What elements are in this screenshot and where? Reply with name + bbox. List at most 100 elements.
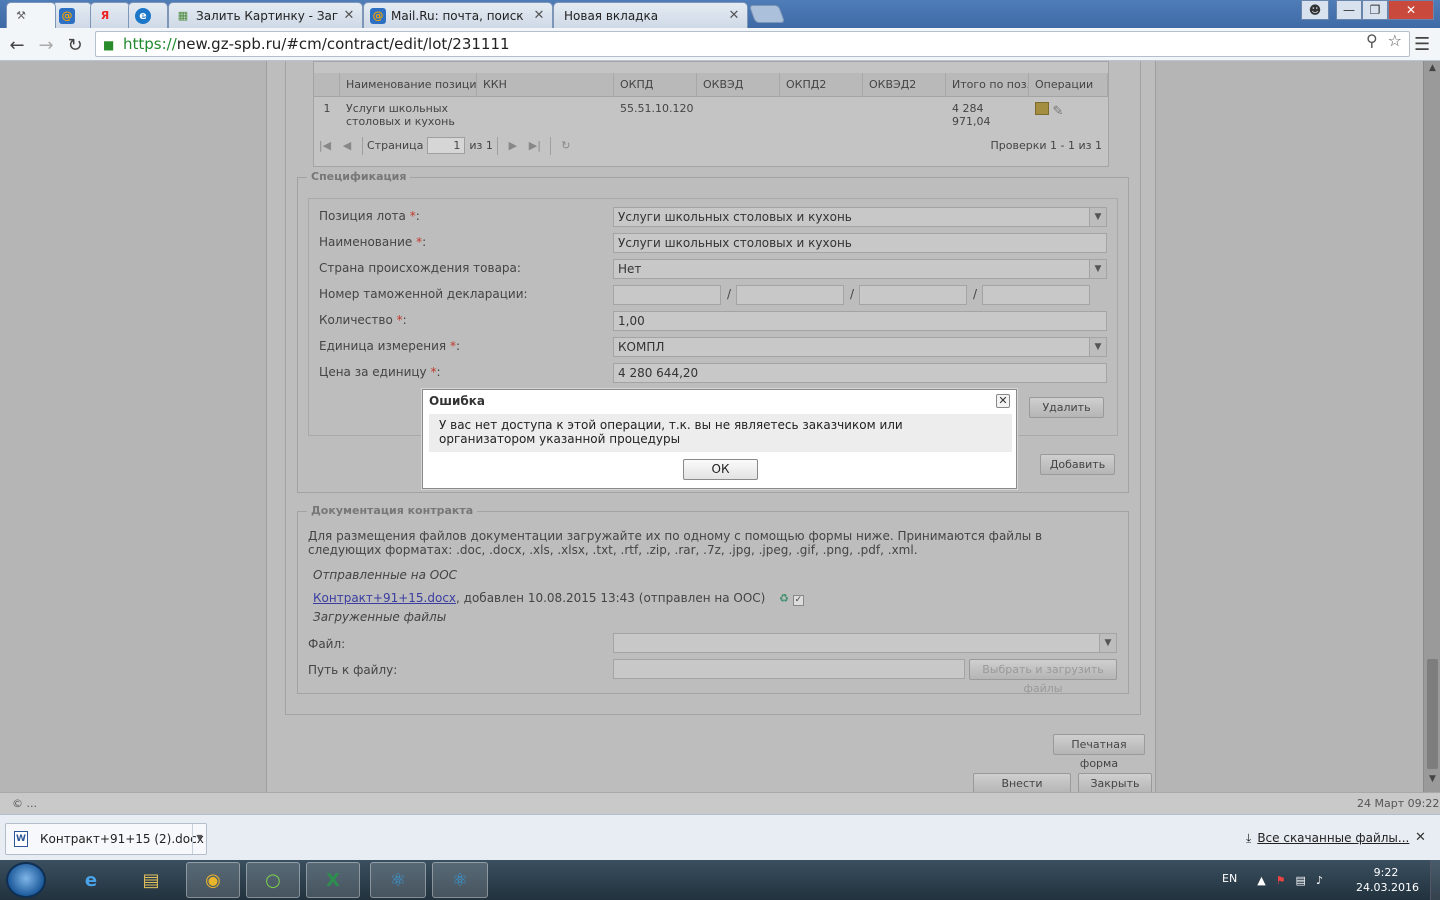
close-icon[interactable]: ✕ [996, 394, 1010, 408]
print-form-button[interactable]: Печатная форма [1053, 734, 1145, 770]
reload-icon[interactable]: ↻ [64, 34, 86, 56]
menu-icon[interactable]: ☰ [1414, 34, 1430, 55]
chat-app-icon[interactable]: ○ [246, 862, 300, 898]
delete-button[interactable]: Удалить [1029, 397, 1104, 418]
excel-icon[interactable]: X [306, 862, 360, 898]
chevron-down-icon[interactable]: ▼ [1099, 634, 1116, 652]
show-desktop-button[interactable] [1430, 860, 1440, 900]
unit-select[interactable]: КОМПЛ ▼ [613, 337, 1107, 357]
page-number-input[interactable]: 1 [427, 137, 466, 154]
scroll-down-icon[interactable]: ▼ [1424, 774, 1440, 790]
grid-header-okpd2[interactable]: ОКПД2 [780, 73, 863, 97]
grid-header-okved[interactable]: ОКВЭД [697, 73, 780, 97]
url-scheme: https:// [123, 35, 177, 53]
tab-yandex[interactable]: Я [90, 2, 130, 28]
grid-header: Наименование позиции ККН ОКПД ОКВЭД ОКПД… [314, 73, 1108, 97]
app-status-bar: © ... 24 Март 09:22 [0, 792, 1440, 814]
address-bar[interactable]: ■ https:// new.gz-spb.ru/#cm/contract/ed… [95, 31, 1410, 57]
add-button[interactable]: Добавить [1040, 454, 1115, 475]
close-icon[interactable]: ✕ [342, 8, 356, 23]
action-center-flag-icon[interactable]: ⚑ [1276, 874, 1286, 887]
chrome-icon[interactable]: ◉ [186, 862, 240, 898]
scroll-up-icon[interactable]: ▲ [1424, 63, 1440, 79]
checklist-icon[interactable] [1035, 102, 1049, 115]
customs-field-2[interactable] [736, 285, 844, 305]
customs-field-1[interactable] [613, 285, 721, 305]
star-icon[interactable]: ☆ [1388, 31, 1402, 50]
ok-button[interactable]: ОК [683, 459, 758, 480]
refresh-icon[interactable]: ↻ [555, 139, 577, 152]
yandex-icon: Я [100, 9, 110, 22]
back-arrow-icon[interactable]: ← [6, 34, 28, 56]
lot-position-label: Позиция лота *: [319, 209, 420, 223]
table-row[interactable]: 1 Услуги школьных столовых и кухонь 55.5… [314, 98, 1108, 130]
tab-mail-ru[interactable]: @ [52, 2, 92, 28]
grid-header-okved2[interactable]: ОКВЭД2 [863, 73, 946, 97]
grid-header-kkn[interactable]: ККН [477, 73, 614, 97]
tab-globe[interactable]: e [128, 2, 168, 28]
taskbar-clock[interactable]: 9:22 24.03.2016 [1356, 865, 1419, 895]
forward-arrow-icon[interactable]: → [35, 34, 57, 56]
close-icon[interactable]: ✕ [727, 8, 741, 23]
price-field[interactable]: 4 280 644,20 [613, 363, 1107, 383]
maximize-button[interactable]: ❐ [1362, 0, 1388, 20]
tray-expand-icon[interactable]: ▲ [1257, 874, 1265, 887]
all-downloads-link[interactable]: ⤓ Все скачанные файлы... [1246, 831, 1409, 846]
ie-icon[interactable]: e [70, 862, 112, 898]
start-button[interactable] [6, 862, 46, 898]
customs-field-4[interactable] [982, 285, 1090, 305]
chevron-down-icon[interactable]: ▼ [1089, 208, 1106, 226]
lot-position-select[interactable]: Услуги школьных столовых и кухонь ▼ [613, 207, 1107, 227]
minimize-button[interactable]: — [1336, 0, 1362, 20]
choose-upload-button[interactable]: Выбрать и загрузить файлы [969, 659, 1117, 695]
apply-changes-button[interactable]: Внести изменения [973, 773, 1071, 792]
grid-header-name[interactable]: Наименование позиции [340, 73, 477, 97]
volume-icon[interactable]: ♪ [1316, 874, 1323, 887]
file-select[interactable]: ▼ [613, 633, 1117, 653]
edit-pencil-icon[interactable]: ✎ [1053, 105, 1064, 118]
next-page-icon[interactable]: ▶ [502, 139, 524, 152]
chevron-down-icon[interactable]: ▼ [1089, 260, 1106, 278]
grid-header-total[interactable]: Итого по поз... [946, 73, 1029, 97]
tab-active[interactable]: ⚒ [6, 2, 56, 28]
grid-header-operations[interactable]: Операции [1029, 73, 1108, 97]
contract-file-link[interactable]: Контракт+91+15.docx [313, 591, 456, 605]
country-select[interactable]: Нет ▼ [613, 259, 1107, 279]
download-item[interactable]: W Контракт+91+15 (2).docx ▼ [5, 823, 207, 855]
grid-header-num [314, 73, 340, 97]
customs-declaration-label: Номер таможенной декларации: [319, 287, 528, 301]
last-page-icon[interactable]: ▶| [524, 139, 546, 152]
close-button[interactable]: Закрыть [1078, 773, 1152, 792]
tab-image-upload[interactable]: ▦ Залить Картинку - Загруз ✕ [168, 2, 363, 28]
scroll-thumb[interactable] [1427, 659, 1438, 769]
language-indicator[interactable]: EN [1222, 872, 1237, 885]
chevron-down-icon[interactable]: ▼ [192, 824, 206, 854]
sent-files-heading: Отправленные на ООС [313, 568, 458, 582]
network-app-icon-2[interactable]: ⚛ [432, 862, 488, 898]
clock-date: 24.03.2016 [1356, 881, 1419, 894]
quantity-field[interactable]: 1,00 [613, 311, 1107, 331]
window-close-button[interactable]: ✕ [1388, 0, 1434, 20]
name-field[interactable]: Услуги школьных столовых и кухонь [613, 233, 1107, 253]
page-scrollbar[interactable]: ▲ ▼ [1423, 61, 1440, 792]
windows-taskbar: e ▤ ◉ ○ X ⚛ ⚛ EN ▲ ⚑ ▤ ♪ 9:22 24.03.2016 [0, 860, 1440, 900]
grid-header-okpd[interactable]: ОКПД [614, 73, 697, 97]
chevron-down-icon[interactable]: ▼ [1089, 338, 1106, 356]
customs-field-3[interactable] [859, 285, 967, 305]
tab-label: Новая вкладка [564, 8, 659, 23]
new-tab-button[interactable] [748, 5, 786, 23]
tab-new[interactable]: Новая вкладка ✕ [553, 2, 748, 28]
tab-mail-ru-search[interactable]: @ Mail.Ru: почта, поиск в и ✕ [363, 2, 553, 28]
close-icon[interactable]: ✕ [1415, 830, 1426, 845]
network-app-icon[interactable]: ⚛ [370, 862, 426, 898]
close-icon[interactable]: ✕ [532, 8, 546, 23]
key-icon[interactable]: ⚲ [1366, 31, 1378, 50]
user-icon[interactable]: ☻ [1301, 0, 1329, 20]
checkbox-icon[interactable]: ✓ [792, 595, 804, 606]
network-icon[interactable]: ▤ [1296, 874, 1306, 887]
first-page-icon[interactable]: |◀ [314, 139, 336, 152]
file-explorer-icon[interactable]: ▤ [124, 862, 178, 898]
recycle-icon[interactable]: ♻ [779, 592, 789, 606]
prev-page-icon[interactable]: ◀ [336, 139, 358, 152]
file-path-field[interactable] [613, 659, 965, 679]
